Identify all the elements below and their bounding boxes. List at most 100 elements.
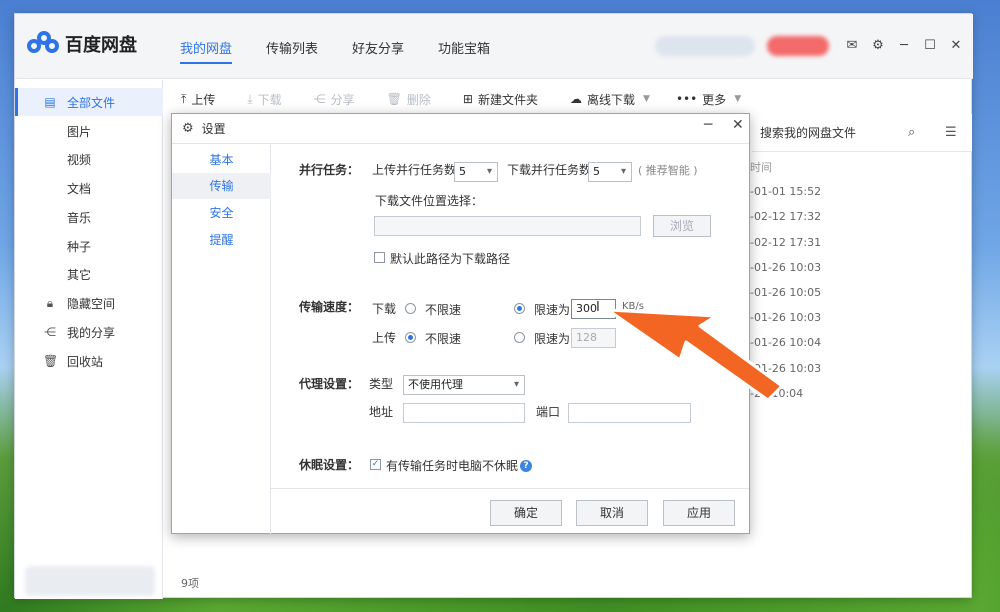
share-icon: ⋲ (44, 325, 56, 339)
sidebar-item-label: 图片 (67, 124, 92, 139)
sidebar-item-music[interactable]: 音乐 (15, 203, 163, 231)
offline-download-button[interactable]: ☁ 离线下载 (570, 91, 635, 108)
item-count: 9项 (181, 577, 199, 590)
proxy-port-input[interactable] (568, 403, 691, 423)
share-button[interactable]: ⋲ 分享 (314, 91, 355, 108)
close-icon[interactable]: ✕ (949, 38, 963, 53)
watermark-url: jingyan.baidu.com (768, 567, 888, 582)
minimize-icon[interactable]: ─ (704, 117, 712, 133)
chevron-down-icon[interactable]: ▼ (734, 94, 741, 104)
upload-speed-label: 上传 (372, 331, 397, 345)
proxy-port-label: 端口 (536, 405, 561, 419)
upload-limit-label: 限速为 (534, 332, 571, 346)
upload-unlimited-radio[interactable] (405, 332, 416, 343)
nav-tab-transfers[interactable]: 传输列表 (266, 14, 318, 79)
tab-reminder[interactable]: 提醒 (172, 227, 271, 253)
proxy-address-label: 地址 (369, 405, 394, 419)
help-icon[interactable]: ? (520, 460, 532, 472)
nav-tab-toolbox[interactable]: 功能宝箱 (438, 14, 490, 79)
main-nav: 我的网盘 传输列表 好友分享 功能宝箱 (180, 14, 524, 79)
default-path-label: 默认此路径为下载路径 (390, 252, 511, 266)
cancel-button[interactable]: 取消 (576, 500, 648, 526)
sidebar-item-all-files[interactable]: ▤ 全部文件 (15, 88, 163, 116)
file-time: -02-12 17:32 (750, 210, 822, 223)
sidebar-item-label: 隐藏空间 (67, 296, 116, 311)
sidebar-item-other[interactable]: 其它 (15, 260, 163, 288)
download-path-field[interactable] (374, 216, 641, 236)
default-path-checkbox[interactable] (374, 252, 385, 263)
lock-icon: 🔒︎ (46, 295, 54, 310)
proxy-type-select[interactable]: 不使用代理 (403, 375, 525, 395)
download-button[interactable]: ⤓ 下载 (247, 91, 281, 108)
share-icon: ⋲ (313, 92, 326, 106)
file-time: -02-12 17:31 (750, 236, 822, 249)
download-label: 下载 (257, 92, 282, 107)
mail-icon[interactable]: ✉ (845, 38, 859, 53)
storage-info-blurred (25, 566, 155, 596)
minimize-icon[interactable]: ─ (897, 38, 911, 53)
cloud-logo-icon (27, 31, 61, 57)
app-logo: 百度网盘 (27, 31, 137, 57)
dialog-divider (271, 488, 749, 489)
sidebar-item-my-shares[interactable]: ⋲ 我的分享 (15, 318, 163, 346)
new-folder-button[interactable]: ⊞ 新建文件夹 (463, 91, 538, 108)
tab-transfer[interactable]: 传输 (172, 173, 271, 199)
close-icon[interactable]: ✕ (732, 117, 744, 133)
download-limit-radio[interactable] (514, 303, 525, 314)
sidebar-item-hidden-space[interactable]: 🔒︎ 隐藏空间 (15, 289, 163, 317)
download-parallel-label: 下载并行任务数 (507, 163, 592, 177)
sidebar-item-documents[interactable]: 文档 (15, 174, 163, 202)
browse-button[interactable]: 浏览 (653, 215, 711, 237)
new-folder-icon: ⊞ (462, 92, 473, 106)
document-icon: ▤ (44, 95, 56, 109)
file-toolbar: ⤒ 上传 ⤓ 下载 ⋲ 分享 🗑︎ 删除 ⊞ 新建文件夹 ☁ 离线下载 ▼ ••• 更多 ▼ (165, 84, 965, 114)
vip-badge-blurred[interactable] (767, 36, 829, 56)
download-parallel-select[interactable]: 5 (588, 162, 632, 182)
sidebar-item-recycle-bin[interactable]: 🗑︎ 回收站 (15, 347, 163, 375)
trash-icon: 🗑︎ (43, 354, 59, 368)
proxy-type-label: 类型 (369, 377, 394, 391)
annotation-arrow-icon (606, 308, 784, 402)
upload-label: 上传 (191, 92, 216, 107)
cloud-download-icon: ☁ (570, 92, 582, 106)
sidebar-item-torrents[interactable]: 种子 (15, 232, 163, 260)
search-bar[interactable]: 搜索我的网盘文件 ⌕ ☰ (752, 114, 972, 152)
download-unlimited-radio[interactable] (405, 303, 416, 314)
sidebar: ▤ 全部文件 图片 视频 文档 音乐 种子 其它 🔒︎ 隐藏空间 ⋲ 我的分享 … (15, 80, 163, 599)
proxy-address-input[interactable] (403, 403, 525, 423)
user-account-blurred[interactable] (655, 36, 755, 56)
upload-limit-radio[interactable] (514, 332, 525, 343)
no-sleep-label: 有传输任务时电脑不休眠 (386, 459, 519, 473)
upload-unlimited-label: 不限速 (425, 332, 462, 346)
maximize-icon[interactable]: ☐ (923, 38, 937, 53)
sidebar-item-images[interactable]: 图片 (15, 117, 163, 145)
upload-parallel-select[interactable]: 5 (454, 162, 498, 182)
tab-basic[interactable]: 基本 (172, 147, 271, 173)
file-time: -01-26 10:03 (750, 261, 822, 274)
apply-button[interactable]: 应用 (663, 500, 735, 526)
nav-tab-my-disk[interactable]: 我的网盘 (180, 14, 233, 79)
ok-button[interactable]: 确定 (490, 500, 562, 526)
tab-security[interactable]: 安全 (172, 200, 271, 226)
sidebar-item-label: 回收站 (67, 354, 104, 369)
chevron-down-icon[interactable]: ▼ (643, 94, 650, 104)
sidebar-item-videos[interactable]: 视频 (15, 145, 163, 173)
time-column-header[interactable]: 时间 (750, 159, 772, 175)
sidebar-item-label: 种子 (67, 239, 92, 254)
download-speed-label: 下载 (372, 302, 397, 316)
search-icon[interactable]: ⌕ (908, 125, 915, 140)
delete-button[interactable]: 🗑︎ 删除 (387, 91, 431, 108)
nav-tab-friends-share[interactable]: 好友分享 (352, 14, 404, 79)
more-button[interactable]: ••• 更多 (676, 91, 726, 108)
list-view-icon[interactable]: ☰ (945, 125, 957, 140)
gear-icon: ⚙ (182, 121, 194, 136)
gear-icon[interactable]: ⚙ (871, 38, 885, 53)
no-sleep-checkbox[interactable]: ✓ (370, 459, 381, 470)
delete-label: 删除 (406, 92, 431, 107)
upload-button[interactable]: ⤒ 上传 (181, 91, 215, 108)
dialog-titlebar: ⚙ 设置 (172, 114, 749, 144)
search-input[interactable]: 搜索我的网盘文件 (760, 124, 856, 141)
sidebar-item-label: 全部文件 (67, 95, 116, 110)
parallel-tasks-label: 并行任务： (299, 163, 360, 177)
app-title: 百度网盘 (65, 35, 137, 56)
